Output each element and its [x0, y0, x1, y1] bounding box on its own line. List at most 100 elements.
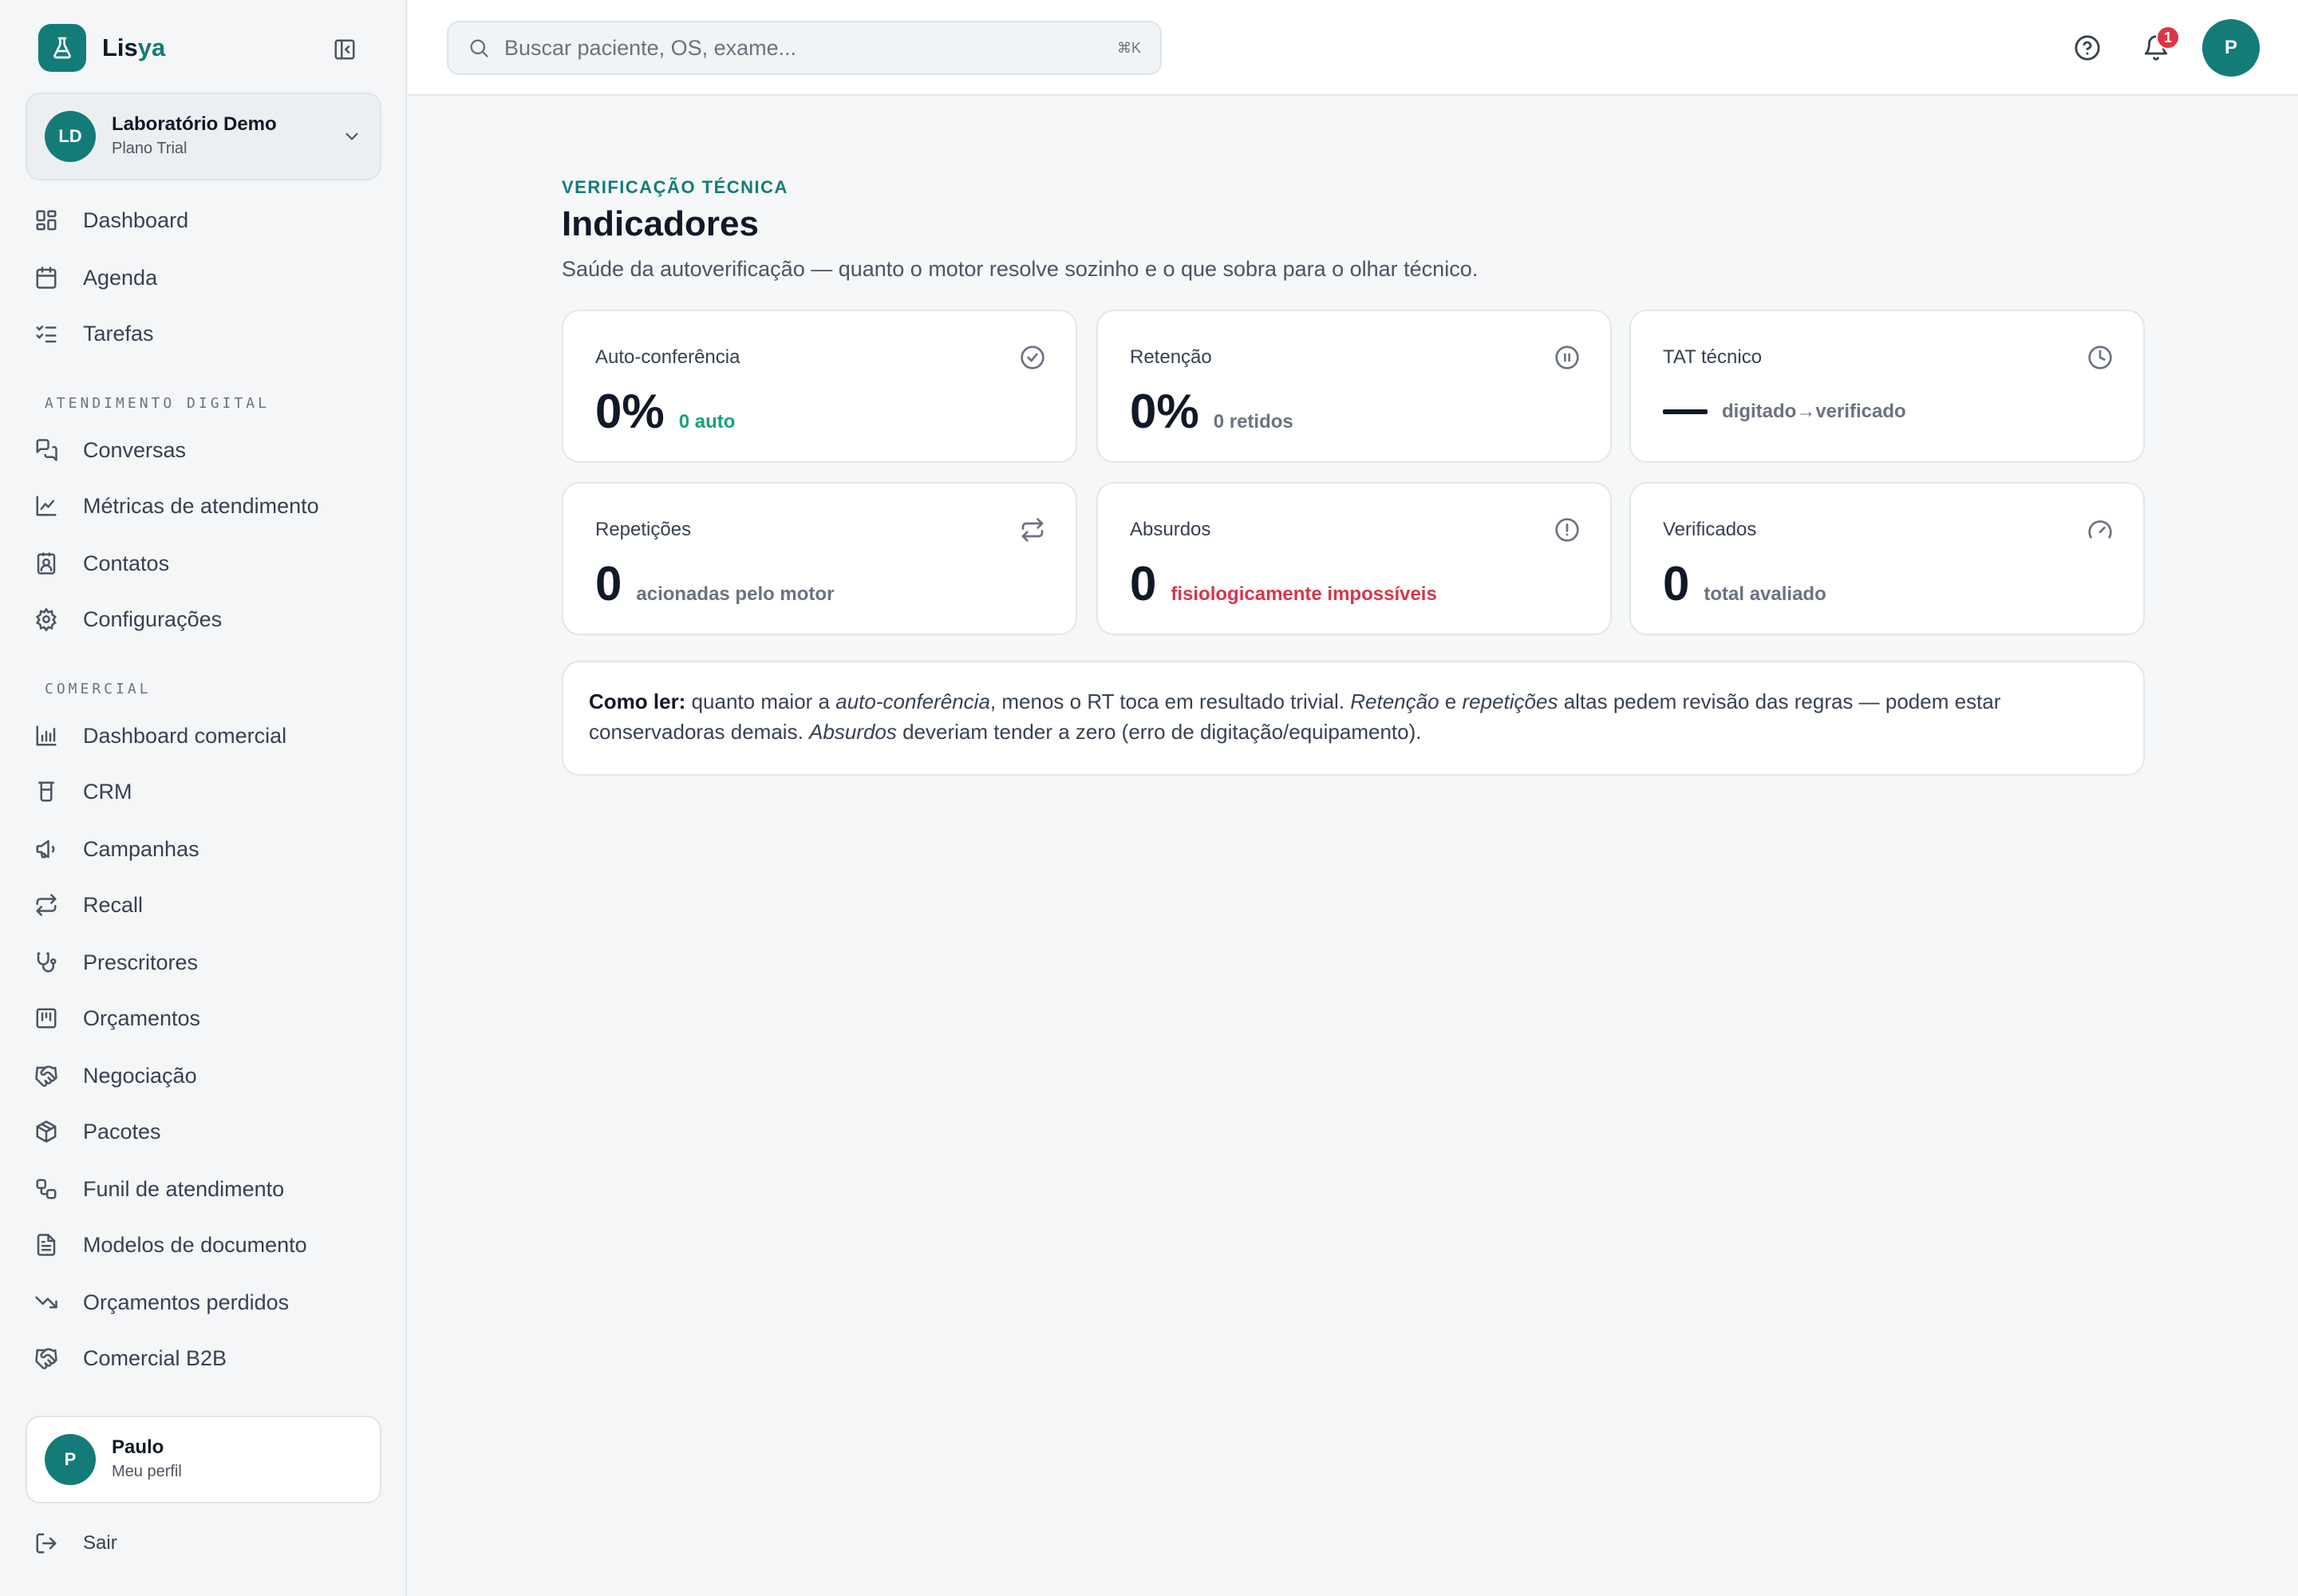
sidebar-item-funil[interactable]: Funil de atendimento	[32, 1167, 375, 1211]
sidebar-item-orcamentos[interactable]: Orçamentos	[32, 996, 375, 1041]
sidebar-item-prescritores[interactable]: Prescritores	[32, 940, 375, 985]
help-button[interactable]	[2068, 29, 2106, 67]
logout-button[interactable]: Sair	[32, 1521, 117, 1566]
crm-icon	[32, 777, 61, 806]
line-chart-icon	[32, 492, 61, 520]
megaphone-icon	[32, 835, 61, 863]
kpi-label: Auto-conferência	[595, 346, 740, 368]
sidebar-collapse-button[interactable]	[330, 35, 359, 64]
sidebar-item-label: Orçamentos perdidos	[83, 1290, 290, 1314]
notifications-button[interactable]: 1	[2137, 26, 2180, 67]
page-eyebrow: VERIFICAÇÃO TÉCNICA	[562, 177, 788, 197]
sidebar-item-label: Pacotes	[83, 1119, 161, 1144]
kpi-label: Verificados	[1663, 519, 1757, 540]
calendar-icon	[32, 263, 61, 292]
receipt-icon	[32, 1004, 61, 1033]
kpi-value: 0	[595, 557, 622, 610]
flask-icon	[38, 24, 86, 72]
sidebar-item-negociacao[interactable]: Negociação	[32, 1053, 375, 1098]
kpi-label: TAT técnico	[1663, 346, 1763, 368]
user-avatar[interactable]: P	[2202, 19, 2260, 77]
sidebar-item-label: Recall	[83, 892, 144, 917]
sidebar-item-pacotes[interactable]: Pacotes	[32, 1109, 375, 1154]
sidebar-item-dashboard[interactable]: Dashboard	[32, 198, 375, 243]
kpi-card-retencao: Retenção 0% 0 retidos	[1096, 310, 1612, 463]
pause-circle-icon	[1554, 345, 1580, 370]
sidebar-item-metricas[interactable]: Métricas de atendimento	[32, 484, 375, 528]
sidebar-item-label: Dashboard comercial	[83, 723, 287, 748]
section-label-comercial: COMERCIAL	[45, 681, 152, 697]
kpi-label: Absurdos	[1130, 519, 1211, 540]
sidebar-item-campanhas[interactable]: Campanhas	[32, 827, 375, 871]
brand[interactable]: Lisya	[38, 24, 165, 72]
search-bar[interactable]: ⌘K	[447, 21, 1162, 75]
kpi-subtext: 0 retidos	[1213, 411, 1293, 433]
sidebar-item-label: Campanhas	[83, 836, 199, 861]
avatar: P	[45, 1434, 96, 1485]
kpi-card-verificados: Verificados 0 total avaliado	[1629, 482, 2145, 635]
kpi-subtext: 0 auto	[678, 411, 736, 433]
sidebar-item-comercial-b2b[interactable]: Comercial B2B	[32, 1336, 375, 1381]
handshake-icon	[32, 1344, 61, 1373]
sidebar-item-configuracoes[interactable]: Configurações	[32, 597, 375, 642]
search-shortcut: ⌘K	[1116, 40, 1141, 56]
kpi-subtext: acionadas pelo motor	[636, 583, 835, 605]
workflow-icon	[32, 1175, 61, 1203]
profile-card[interactable]: P Paulo Meu perfil	[26, 1416, 381, 1503]
kpi-subtext: digitado→verificado	[1722, 401, 1906, 422]
how-to-read-note: Como ler: quanto maior a auto-conferênci…	[562, 661, 2145, 776]
sidebar-item-label: Dashboard	[83, 207, 189, 232]
sidebar-item-agenda[interactable]: Agenda	[32, 255, 375, 300]
sidebar-item-label: Conversas	[83, 437, 187, 462]
sidebar-item-dashboard-comercial[interactable]: Dashboard comercial	[32, 713, 375, 758]
search-input[interactable]	[504, 35, 1079, 61]
sidebar-item-crm[interactable]: CRM	[32, 769, 375, 814]
stethoscope-icon	[32, 948, 61, 977]
sidebar-item-label: Configurações	[83, 606, 223, 631]
organization-switcher[interactable]: LD Laboratório Demo Plano Trial	[26, 93, 381, 180]
sidebar-item-conversas[interactable]: Conversas	[32, 428, 375, 472]
sidebar-item-recall[interactable]: Recall	[32, 883, 375, 927]
gear-icon	[32, 605, 61, 634]
sidebar-item-orcamentos-perdidos[interactable]: Orçamentos perdidos	[32, 1280, 375, 1325]
alert-circle-icon	[1554, 517, 1580, 543]
sidebar-item-label: Orçamentos	[83, 1005, 201, 1030]
logout-icon	[32, 1529, 61, 1558]
profile-link: Meu perfil	[112, 1463, 182, 1480]
file-text-icon	[32, 1231, 61, 1259]
clock-icon	[2087, 345, 2113, 370]
repeat-icon	[32, 891, 61, 919]
sidebar-item-tarefas[interactable]: Tarefas	[32, 311, 375, 356]
sidebar: Lisya LD Laboratório Demo Plano Trial Da…	[0, 0, 407, 1596]
sidebar-item-label: Métricas de atendimento	[83, 493, 319, 518]
kpi-value: 0%	[595, 385, 665, 438]
package-icon	[32, 1117, 61, 1146]
sidebar-item-label: Modelos de documento	[83, 1232, 307, 1257]
sidebar-item-label: Funil de atendimento	[83, 1176, 285, 1201]
kpi-label: Retenção	[1130, 346, 1212, 368]
org-name: Laboratório Demo	[112, 113, 277, 135]
check-circle-icon	[1020, 345, 1045, 370]
trending-down-icon	[32, 1288, 61, 1317]
sidebar-item-label: Prescritores	[83, 950, 199, 974]
sidebar-item-modelos-documento[interactable]: Modelos de documento	[32, 1223, 375, 1267]
page-subtitle: Saúde da autoverificação — quanto o moto…	[562, 257, 1479, 281]
kpi-label: Repetições	[595, 519, 692, 540]
sidebar-item-label: Comercial B2B	[83, 1345, 227, 1370]
logout-label: Sair	[83, 1532, 117, 1554]
sidebar-item-label: Agenda	[83, 265, 158, 290]
kpi-subtext: total avaliado	[1704, 583, 1826, 605]
contact-icon	[32, 549, 61, 578]
note-lead: Como ler:	[589, 689, 686, 713]
section-label-atendimento: ATENDIMENTO DIGITAL	[45, 395, 270, 412]
list-checks-icon	[32, 319, 61, 348]
org-plan: Plano Trial	[112, 140, 188, 157]
kpi-empty-value-dash	[1663, 409, 1708, 414]
brand-name: Lisya	[102, 34, 166, 61]
notification-badge: 1	[2156, 26, 2180, 49]
help-circle-icon	[2075, 35, 2100, 61]
sidebar-item-contatos[interactable]: Contatos	[32, 541, 375, 586]
page-title: Indicadores	[562, 204, 759, 243]
kpi-value: 0%	[1130, 385, 1199, 438]
sidebar-item-label: Contatos	[83, 551, 170, 575]
